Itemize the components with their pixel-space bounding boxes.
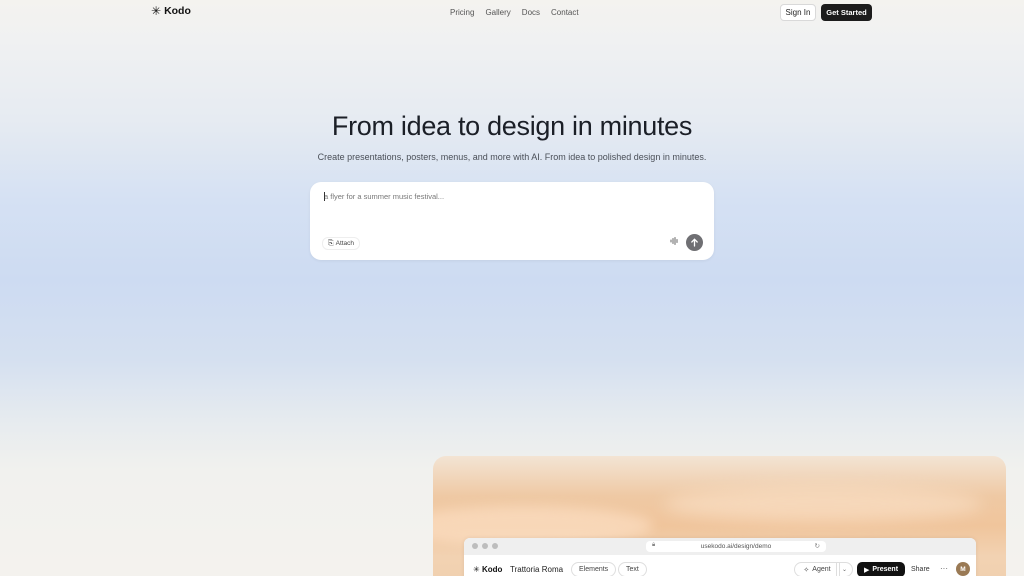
share-button[interactable]: Share [911, 566, 930, 573]
window-dot-minimize [482, 543, 488, 549]
app-logo: ✳ Kodo [473, 565, 503, 574]
logo[interactable]: ✳ Kodo [151, 5, 191, 17]
browser-titlebar: 🔒︎ usekodo.ai/design/demo ↻ [464, 538, 976, 555]
play-icon: ▶ [863, 566, 870, 574]
window-dot-maximize [492, 543, 498, 549]
prompt-input[interactable] [324, 192, 684, 201]
nav-link-contact[interactable]: Contact [551, 8, 579, 17]
asterisk-logo-icon: ✳ [151, 4, 162, 18]
editor-toolbar: ✳ Kodo Trattoria Roma Elements Text ✧ Ag… [464, 559, 976, 576]
attach-button[interactable]: ⎘ Attach [322, 237, 361, 250]
top-nav: ✳ Kodo Pricing Gallery Docs Contact Sign… [0, 0, 1024, 26]
window-dot-close [472, 543, 478, 549]
reload-icon: ↻ [814, 543, 820, 550]
present-label: Present [872, 566, 899, 573]
present-button[interactable]: ▶ Present [857, 562, 905, 576]
arrow-up-icon [691, 238, 698, 247]
sparkle-icon: ✧ [803, 566, 810, 574]
address-bar: 🔒︎ usekodo.ai/design/demo ↻ [646, 541, 826, 552]
browser-mockup: 🔒︎ usekodo.ai/design/demo ↻ ✳ Kodo Tratt… [464, 538, 976, 576]
tab-text[interactable]: Text [618, 562, 647, 576]
agent-label: Agent [812, 566, 831, 573]
more-options-icon[interactable]: ··· [940, 564, 948, 573]
project-name: Trattoria Roma [510, 565, 564, 574]
address-url: usekodo.ai/design/demo [700, 543, 772, 550]
text-caret [324, 192, 325, 201]
chevron-down-icon: ⌄ [841, 567, 848, 573]
waveform-icon[interactable] [670, 237, 679, 247]
hero-subtitle: Create presentations, posters, menus, an… [317, 152, 707, 162]
nav-link-pricing[interactable]: Pricing [450, 8, 474, 17]
hero-title: From idea to design in minutes [331, 111, 693, 141]
paperclip-icon: ⎘ [328, 239, 334, 247]
avatar[interactable]: M [956, 562, 970, 576]
nav-link-gallery[interactable]: Gallery [485, 8, 510, 17]
lock-icon: 🔒︎ [652, 542, 656, 548]
prompt-box: ⎘ Attach [310, 182, 714, 260]
send-button[interactable] [686, 234, 703, 251]
agent-button[interactable]: ✧ Agent [794, 562, 840, 576]
nav-link-docs[interactable]: Docs [522, 8, 540, 17]
attach-label: Attach [335, 240, 355, 247]
agent-dropdown[interactable]: ⌄ [836, 562, 853, 576]
nav-links: Pricing Gallery Docs Contact [450, 8, 579, 17]
get-started-button[interactable]: Get Started [821, 4, 872, 21]
tab-elements[interactable]: Elements [571, 562, 617, 576]
logo-text: Kodo [164, 5, 191, 17]
app-logo-text: Kodo [481, 565, 503, 574]
sign-in-button[interactable]: Sign In [780, 4, 816, 21]
